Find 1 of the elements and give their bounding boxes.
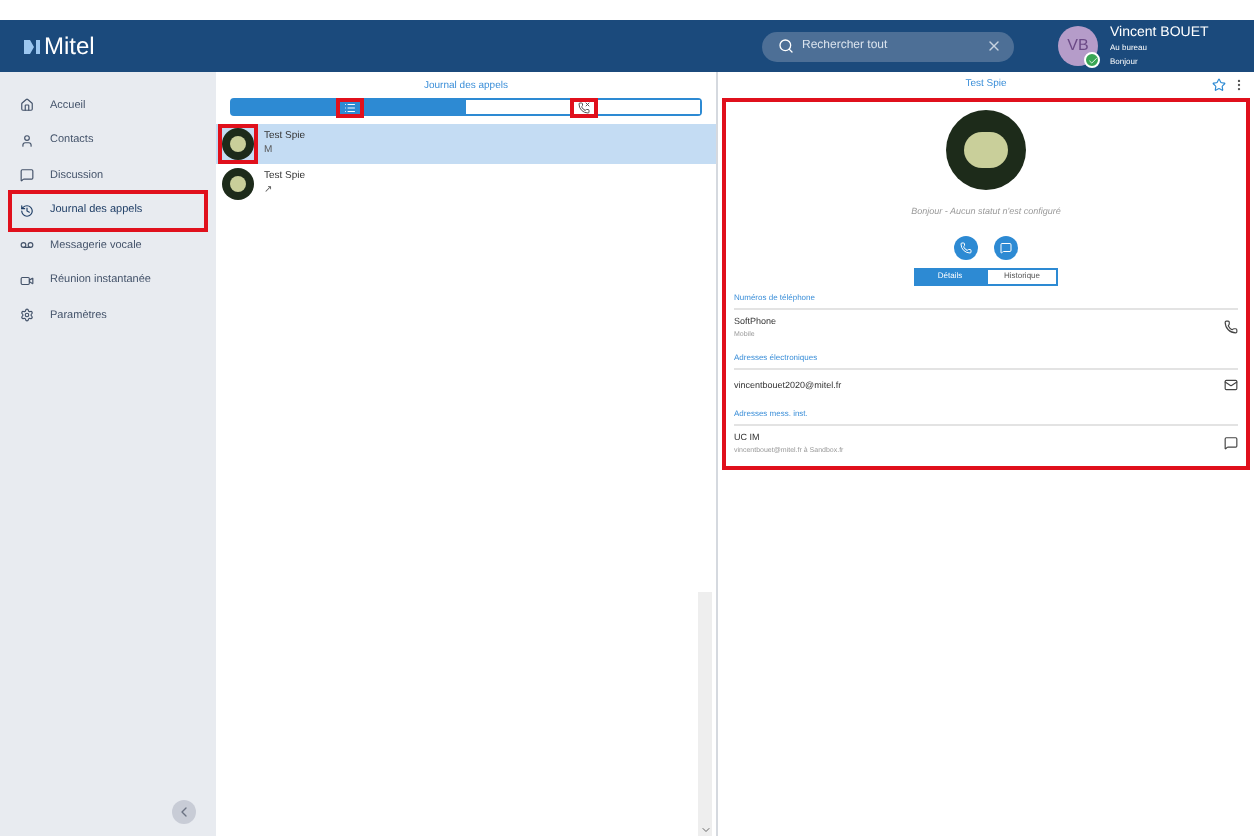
app-logo: Mitel	[44, 30, 95, 64]
